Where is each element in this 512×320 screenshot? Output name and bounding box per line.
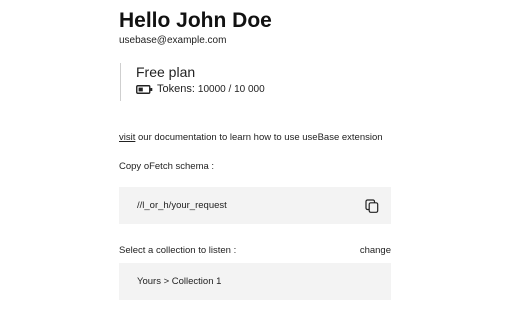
battery-icon <box>136 85 153 94</box>
copy-icon[interactable] <box>365 198 379 213</box>
schema-box: //l_or_h/your_request <box>119 187 391 224</box>
selected-collection[interactable]: Yours > Collection 1 <box>119 263 391 300</box>
schema-label: Copy oFetch schema : <box>119 161 215 172</box>
schema-value: //l_or_h/your_request <box>137 200 227 211</box>
visit-docs-link[interactable]: visit <box>119 132 135 143</box>
documentation-text: our documentation to learn how to use us… <box>135 132 383 143</box>
tokens-row: Tokens: 10000 / 10 000 <box>136 83 391 96</box>
extension-popup: Hello John Doe usebase@example.com Free … <box>0 0 512 320</box>
user-email: usebase@example.com <box>119 35 227 46</box>
documentation-line: visit our documentation to learn how to … <box>119 132 391 144</box>
change-collection-link[interactable]: change <box>360 245 391 257</box>
collection-label: Select a collection to listen : <box>119 245 237 256</box>
collection-header: Select a collection to listen : change <box>119 245 391 257</box>
tokens-value: 10000 / 10 000 <box>197 84 265 95</box>
greeting-title: Hello John Doe <box>119 9 272 32</box>
main-content: Hello John Doe usebase@example.com Free … <box>119 10 391 300</box>
plan-card: Free plan Tokens: 10000 / 10 000 <box>120 63 391 101</box>
plan-title: Free plan <box>136 64 196 80</box>
tokens-label: Tokens: <box>157 83 195 95</box>
